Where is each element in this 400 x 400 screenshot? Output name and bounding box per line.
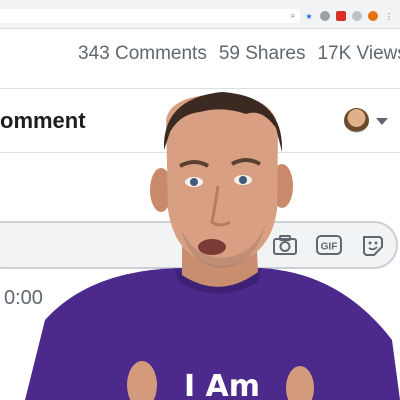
presenter-overlay: I Am <box>25 92 400 400</box>
presenter-face <box>166 94 278 266</box>
shirt-text: I Am <box>184 369 260 400</box>
